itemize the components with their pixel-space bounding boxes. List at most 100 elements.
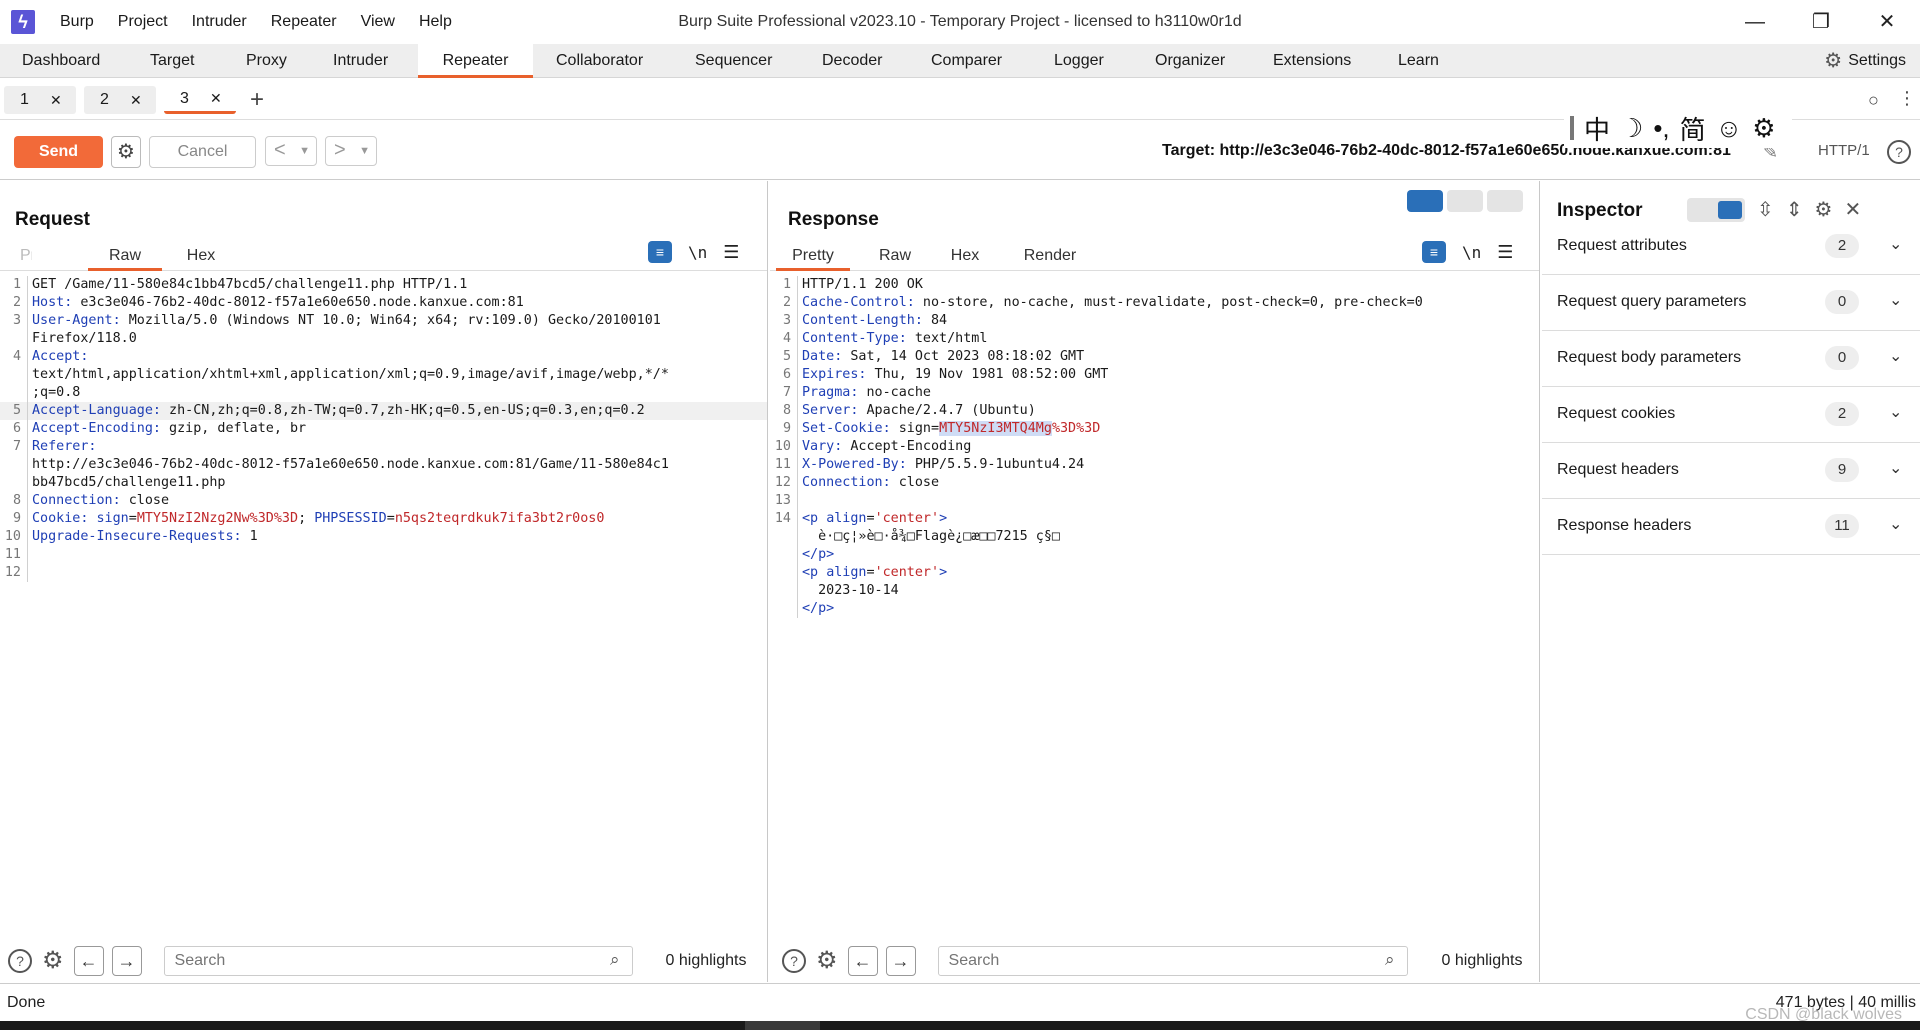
close-window-icon[interactable]: ✕ [1854, 0, 1920, 44]
chevron-down-icon[interactable]: ⌄ [1889, 290, 1902, 310]
help-icon[interactable]: ? [8, 949, 32, 973]
chevron-down-icon[interactable]: ⌄ [1889, 514, 1902, 534]
search-icon[interactable]: ⌕ [1385, 950, 1395, 970]
tab-organizer[interactable]: Organizer [1145, 44, 1235, 78]
response-editor[interactable]: 1 HTTP/1.1 200 OK 2 Cache-Control: no-stor… [770, 276, 1539, 618]
minimize-icon[interactable]: — [1722, 0, 1788, 44]
ime-chinese-icon[interactable]: 中 [1584, 110, 1610, 147]
previous-match-icon[interactable]: ← [847, 946, 878, 976]
http-version[interactable]: HTTP/1 [1818, 142, 1870, 159]
tabbed-layout-icon[interactable] [1487, 190, 1523, 212]
menu-icon[interactable]: ☰ [723, 242, 739, 263]
tab-intruder[interactable]: Intruder [323, 44, 398, 78]
code-line: </p> [770, 600, 1539, 618]
wrap-lines-icon[interactable]: ≡ [648, 241, 672, 263]
close-tab-icon[interactable]: ✕ [130, 92, 142, 109]
tab-pretty[interactable]: Pretty [776, 241, 850, 271]
search-settings-icon[interactable]: ⚙ [816, 949, 838, 973]
tab-hex[interactable]: Hex [176, 241, 226, 271]
section-label: Request attributes [1557, 237, 1687, 254]
tab-decoder[interactable]: Decoder [812, 44, 892, 78]
history-back-button[interactable]: < ▼ [265, 136, 317, 166]
previous-match-icon[interactable]: ← [73, 946, 104, 976]
taskbar-item[interactable] [745, 1021, 820, 1030]
search-icon[interactable]: ⌕ [610, 950, 620, 970]
tab-learn[interactable]: Learn [1388, 44, 1449, 78]
layout-left-icon[interactable] [1690, 201, 1714, 219]
tab-sequencer[interactable]: Sequencer [685, 44, 782, 78]
close-tab-icon[interactable]: ✕ [210, 90, 222, 107]
tab-pretty[interactable]: Pretty [20, 241, 32, 271]
add-tab-icon[interactable]: + [250, 86, 264, 114]
response-highlights-count: 0 highlights [1441, 952, 1523, 969]
close-tab-icon[interactable]: ✕ [50, 92, 62, 109]
tab-hex[interactable]: Hex [940, 241, 990, 271]
help-icon[interactable]: ? [782, 949, 806, 973]
cancel-button[interactable]: Cancel [149, 136, 256, 168]
punctuation-icon[interactable]: •, [1653, 113, 1669, 144]
request-search-bar: ? ⚙ ← → ⌕ 0 highlights [8, 940, 746, 982]
code-line: 4 Accept: [0, 348, 767, 366]
next-match-icon[interactable]: → [885, 946, 916, 976]
chevron-down-icon[interactable]: ⌄ [1889, 402, 1902, 422]
request-editor[interactable]: 1 GET /Game/11-580e84c1bb47bcd5/challenge… [0, 276, 767, 582]
request-search-input[interactable] [174, 947, 595, 975]
side-by-side-layout-icon[interactable] [1407, 190, 1443, 212]
repeater-tab-2[interactable]: 2 ✕ [84, 86, 156, 114]
wrap-lines-icon[interactable]: ≡ [1422, 241, 1446, 263]
chevron-down-icon[interactable]: ⌄ [1889, 346, 1902, 366]
section-request-attributes[interactable]: Request attributes 2 ⌄ [1542, 219, 1920, 275]
newline-icon[interactable]: \n [1462, 243, 1481, 262]
menu-view[interactable]: View [349, 0, 407, 44]
menu-project[interactable]: Project [106, 0, 180, 44]
tab-comparer[interactable]: Comparer [921, 44, 1012, 78]
tab-extensions[interactable]: Extensions [1263, 44, 1361, 78]
layout-right-icon[interactable] [1718, 200, 1742, 219]
search-settings-icon[interactable]: ⚙ [42, 949, 64, 973]
menu-icon[interactable]: ☰ [1497, 242, 1513, 263]
menu-repeater[interactable]: Repeater [259, 0, 349, 44]
history-forward-button[interactable]: > ▼ [325, 136, 377, 166]
code-line: 3 User-Agent: Mozilla/5.0 (Windows NT 10.… [0, 312, 767, 330]
tab-collaborator[interactable]: Collaborator [546, 44, 653, 78]
response-search-input[interactable] [948, 947, 1369, 975]
tab-target[interactable]: Target [140, 44, 204, 78]
section-label: Request cookies [1557, 405, 1676, 422]
chevron-down-icon[interactable]: ⌄ [1889, 234, 1902, 254]
section-request-cookies[interactable]: Request cookies 2 ⌄ [1542, 387, 1920, 443]
menu-intruder[interactable]: Intruder [180, 0, 259, 44]
tab-dashboard[interactable]: Dashboard [12, 44, 110, 78]
section-request-headers[interactable]: Request headers 9 ⌄ [1542, 443, 1920, 499]
stacked-layout-icon[interactable] [1447, 190, 1483, 212]
chevron-down-icon[interactable]: ⌄ [1889, 458, 1902, 478]
tab-repeater[interactable]: Repeater [418, 44, 533, 78]
menu-burp[interactable]: Burp [48, 0, 106, 44]
simplified-icon[interactable]: 简 [1680, 110, 1706, 147]
settings-button[interactable]: ⚙ Settings [1824, 44, 1906, 78]
search-icon[interactable]: ○ [1868, 90, 1879, 111]
ime-settings-icon[interactable]: ⚙ [1752, 113, 1775, 144]
repeater-tab-3[interactable]: 3 ✕ [164, 86, 236, 114]
menu-help[interactable]: Help [407, 0, 464, 44]
tool-tab-bar: Dashboard Target Proxy Intruder Repeater… [0, 44, 1920, 78]
tab-logger[interactable]: Logger [1044, 44, 1114, 78]
next-match-icon[interactable]: → [111, 946, 142, 976]
section-request-query-parameters[interactable]: Request query parameters 0 ⌄ [1542, 275, 1920, 331]
send-button[interactable]: Send [14, 136, 103, 168]
restore-icon[interactable]: ❐ [1788, 0, 1854, 44]
inspector-layout-toggle[interactable] [1687, 197, 1745, 222]
tab-render[interactable]: Render [1015, 241, 1085, 271]
tab-proxy[interactable]: Proxy [236, 44, 297, 78]
tab-raw[interactable]: Raw [870, 241, 920, 271]
tab-raw[interactable]: Raw [88, 241, 162, 271]
send-settings-icon[interactable]: ⚙ [111, 136, 141, 168]
section-request-body-parameters[interactable]: Request body parameters 0 ⌄ [1542, 331, 1920, 387]
help-icon[interactable]: ? [1887, 140, 1911, 164]
emoji-icon[interactable]: ☺ [1716, 113, 1743, 144]
repeater-tab-1[interactable]: 1 ✕ [4, 86, 76, 114]
section-response-headers[interactable]: Response headers 11 ⌄ [1542, 499, 1920, 555]
drag-handle[interactable] [1570, 116, 1574, 140]
more-options-icon[interactable]: ⋮ [1898, 88, 1916, 109]
newline-icon[interactable]: \n [688, 243, 707, 262]
moon-icon[interactable]: ☽ [1620, 113, 1643, 144]
